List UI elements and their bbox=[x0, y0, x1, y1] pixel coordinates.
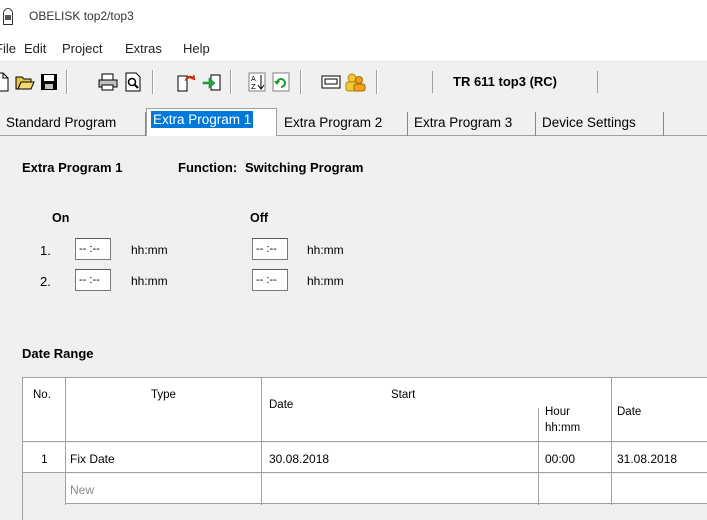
tab-extra-program-3[interactable]: Extra Program 3 bbox=[408, 112, 536, 136]
off-time-input-1[interactable]: -- :-- bbox=[252, 238, 288, 260]
header-end-date: Date bbox=[617, 406, 642, 418]
table-row-new[interactable]: New bbox=[23, 474, 707, 504]
program-name: Extra Program 1 bbox=[22, 160, 123, 175]
sort-icon[interactable]: AZ bbox=[246, 71, 268, 93]
header-start: Start bbox=[391, 389, 416, 401]
table-row[interactable]: 1 Fix Date 30.08.2018 00:00 31.08.2018 bbox=[23, 443, 707, 473]
column-divider bbox=[611, 378, 612, 505]
title-bar: OBELISK top2/top3 bbox=[0, 0, 707, 34]
table-header: No. Type Start Date Hour hh:mm Date bbox=[23, 378, 707, 442]
tab-extra-program-1[interactable]: Extra Program 1 bbox=[146, 108, 277, 136]
device-icon[interactable] bbox=[320, 71, 342, 93]
print-preview-icon[interactable] bbox=[122, 71, 144, 93]
off-time-unit: hh:mm bbox=[307, 243, 344, 257]
menu-edit[interactable]: Edit bbox=[24, 41, 46, 56]
header-type: Type bbox=[151, 389, 176, 401]
print-icon[interactable] bbox=[97, 71, 119, 93]
device-label: TR 611 top3 (RC) bbox=[432, 71, 598, 93]
tab-extra-program-2[interactable]: Extra Program 2 bbox=[278, 112, 408, 136]
tab-device-settings[interactable]: Device Settings bbox=[536, 112, 664, 136]
toolbar-separator bbox=[300, 70, 302, 94]
program-tabs: Standard Program Extra Program 1 Extra P… bbox=[0, 108, 707, 136]
toolbar-separator bbox=[230, 70, 232, 94]
on-header: On bbox=[52, 211, 70, 225]
cell-start-date: 30.08.2018 bbox=[269, 452, 330, 466]
column-divider bbox=[261, 378, 262, 505]
cell-end-date: 31.08.2018 bbox=[617, 452, 678, 466]
menu-extras[interactable]: Extras bbox=[125, 41, 162, 56]
users-icon[interactable] bbox=[344, 71, 366, 93]
import-icon[interactable] bbox=[200, 71, 222, 93]
open-folder-icon[interactable] bbox=[14, 71, 36, 93]
on-time-unit: hh:mm bbox=[131, 274, 168, 288]
menu-project[interactable]: Project bbox=[62, 41, 102, 56]
off-time-input-2[interactable]: -- :-- bbox=[252, 269, 288, 291]
menu-help[interactable]: Help bbox=[183, 41, 210, 56]
function-label: Function: bbox=[178, 160, 238, 175]
column-divider bbox=[538, 408, 539, 505]
function-value: Switching Program bbox=[245, 160, 364, 175]
on-time-input-1[interactable]: -- :-- bbox=[75, 238, 111, 260]
date-range-table: No. Type Start Date Hour hh:mm Date 1 Fi… bbox=[22, 377, 707, 520]
tab-standard-program[interactable]: Standard Program bbox=[0, 112, 146, 136]
column-divider bbox=[65, 378, 66, 505]
on-time-input-2[interactable]: -- :-- bbox=[75, 269, 111, 291]
export-icon[interactable] bbox=[176, 71, 198, 93]
header-hour: Hour bbox=[545, 406, 570, 418]
header-no: No. bbox=[33, 389, 51, 401]
program-panel: Extra Program 1 Function: Switching Prog… bbox=[0, 136, 707, 520]
cell-type-new: New bbox=[70, 483, 95, 497]
off-header: Off bbox=[250, 211, 269, 225]
off-time-unit: hh:mm bbox=[307, 274, 344, 288]
toolbar: AZ TR 611 top3 (RC) bbox=[0, 62, 707, 102]
toolbar-separator bbox=[152, 70, 154, 94]
app-icon bbox=[3, 8, 13, 25]
window-title: OBELISK top2/top3 bbox=[29, 9, 134, 23]
tab-label: Extra Program 1 bbox=[151, 111, 254, 128]
row-header-cell bbox=[23, 474, 65, 504]
cell-hour: 00:00 bbox=[545, 452, 576, 466]
svg-text:A: A bbox=[251, 75, 256, 83]
save-icon[interactable] bbox=[38, 71, 60, 93]
svg-text:Z: Z bbox=[251, 83, 256, 91]
refresh-icon[interactable] bbox=[270, 71, 292, 93]
on-time-unit: hh:mm bbox=[131, 243, 168, 257]
toolbar-separator bbox=[376, 70, 378, 94]
new-file-icon[interactable] bbox=[0, 71, 12, 93]
date-range-title: Date Range bbox=[22, 346, 94, 361]
menu-bar: File Edit Project Extras Help bbox=[0, 34, 707, 62]
toolbar-separator bbox=[66, 70, 68, 94]
row-index: 1. bbox=[40, 243, 51, 258]
header-start-date: Date bbox=[269, 399, 294, 411]
menu-file[interactable]: File bbox=[0, 41, 16, 56]
cell-type: Fix Date bbox=[70, 452, 115, 466]
cell-no: 1 bbox=[41, 452, 48, 466]
header-hour-unit: hh:mm bbox=[545, 422, 581, 434]
row-index: 2. bbox=[40, 274, 51, 289]
